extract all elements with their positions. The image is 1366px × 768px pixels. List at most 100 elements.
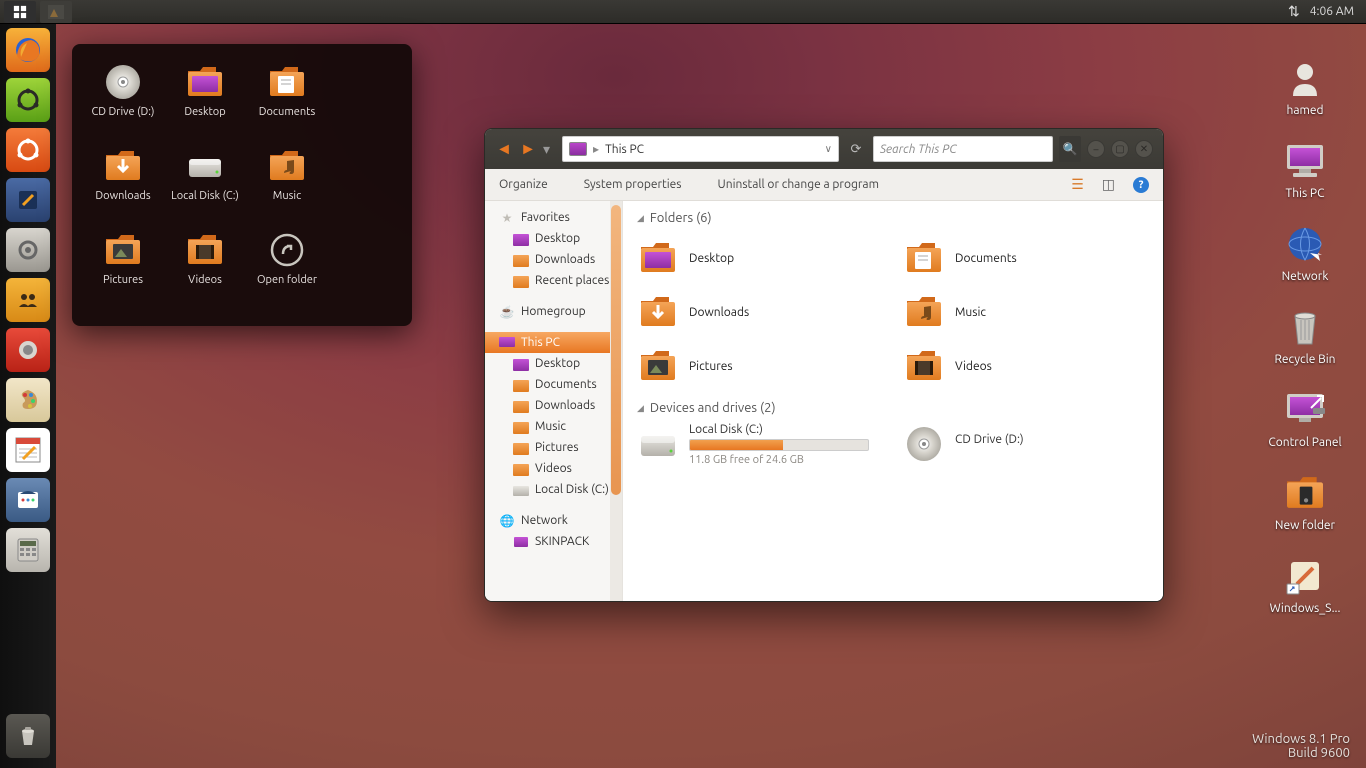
- folder-icon: [513, 253, 529, 267]
- popup-item-videos[interactable]: Videos: [164, 226, 246, 306]
- popup-item-downloads[interactable]: Downloads: [82, 142, 164, 222]
- sidebar-network-item[interactable]: SKINPACK: [485, 531, 622, 552]
- desktop-label: hamed: [1286, 104, 1323, 117]
- folder-icon: [513, 232, 529, 246]
- desktop-newfolder[interactable]: New folder: [1260, 471, 1350, 532]
- sidebar-item-recent[interactable]: Recent places: [485, 270, 622, 291]
- organize-menu[interactable]: Organize: [499, 178, 548, 191]
- launcher-users[interactable]: [6, 278, 50, 322]
- sidebar-sub-downloads[interactable]: Downloads: [485, 395, 622, 416]
- launcher-editor[interactable]: [6, 178, 50, 222]
- sidebar-sub-music[interactable]: Music: [485, 416, 622, 437]
- item-label: Pictures: [689, 360, 733, 373]
- shortcut-icon: [1283, 554, 1327, 598]
- launcher-office[interactable]: [6, 478, 50, 522]
- launcher-ubuntu-dash[interactable]: [6, 128, 50, 172]
- close-button[interactable]: ✕: [1135, 140, 1153, 158]
- sidebar-homegroup[interactable]: ☕Homegroup: [485, 301, 622, 322]
- launcher-settings[interactable]: [6, 228, 50, 272]
- sidebar-sub-localdisk[interactable]: Local Disk (C:): [485, 479, 622, 500]
- folder-desktop[interactable]: Desktop: [637, 233, 887, 283]
- drive-cd[interactable]: CD Drive (D:): [903, 423, 1153, 466]
- uninstall-button[interactable]: Uninstall or change a program: [718, 178, 879, 191]
- taskbar-app[interactable]: [40, 1, 72, 23]
- search-button[interactable]: 🔍: [1059, 136, 1081, 162]
- window-titlebar[interactable]: ◄ ► ▾ ▸ This PC ∨ ⟳ Search This PC 🔍 – ▢…: [485, 129, 1163, 169]
- system-properties-button[interactable]: System properties: [584, 178, 682, 191]
- view-preview-icon[interactable]: ◫: [1102, 176, 1115, 193]
- sidebar-sub-desktop[interactable]: Desktop: [485, 353, 622, 374]
- desktop-shortcut[interactable]: Windows_S...: [1260, 554, 1350, 615]
- sidebar-sub-pictures[interactable]: Pictures: [485, 437, 622, 458]
- clock[interactable]: 4:06 AM: [1310, 5, 1354, 18]
- folders-header[interactable]: ◢Folders (6): [637, 211, 1163, 225]
- popup-item-cddrive[interactable]: CD Drive (D:): [82, 58, 164, 138]
- desktop-recyclebin[interactable]: Recycle Bin: [1260, 305, 1350, 366]
- scrollbar-track[interactable]: [610, 201, 622, 601]
- scrollbar-thumb[interactable]: [611, 205, 621, 495]
- view-details-icon[interactable]: ☰: [1071, 176, 1084, 193]
- folder-icon: [267, 146, 307, 186]
- cd-icon: [903, 423, 945, 465]
- desktop-network[interactable]: Network: [1260, 222, 1350, 283]
- popup-item-openfolder[interactable]: Open folder: [246, 226, 328, 306]
- sidebar-network[interactable]: 🌐Network: [485, 510, 622, 531]
- desktop-label: Recycle Bin: [1274, 353, 1335, 366]
- desktop-thispc[interactable]: This PC: [1260, 139, 1350, 200]
- launcher-notes[interactable]: [6, 428, 50, 472]
- refresh-icon[interactable]: ⟳: [845, 142, 867, 157]
- drives-header[interactable]: ◢Devices and drives (2): [637, 401, 1163, 415]
- folder-music[interactable]: Music: [903, 287, 1153, 337]
- launcher-ubuntu-software[interactable]: [6, 78, 50, 122]
- sidebar-label: Videos: [535, 462, 572, 475]
- launcher-firefox[interactable]: [6, 28, 50, 72]
- folder-pictures[interactable]: Pictures: [637, 341, 887, 391]
- help-icon[interactable]: ?: [1133, 177, 1149, 193]
- item-label: Documents: [955, 252, 1017, 265]
- nav-back-icon[interactable]: ◄: [495, 140, 513, 159]
- sidebar-item-desktop[interactable]: Desktop: [485, 228, 622, 249]
- star-icon: ★: [499, 211, 515, 225]
- launcher-appearance[interactable]: [6, 378, 50, 422]
- launcher-apps[interactable]: [6, 328, 50, 372]
- section-title: Folders (6): [650, 211, 712, 225]
- popup-item-pictures[interactable]: Pictures: [82, 226, 164, 306]
- search-input[interactable]: Search This PC: [873, 136, 1053, 162]
- popup-label: Documents: [259, 106, 316, 118]
- address-bar[interactable]: ▸ This PC ∨: [562, 136, 839, 162]
- folder-videos[interactable]: Videos: [903, 341, 1153, 391]
- sidebar-favorites[interactable]: ★ Favorites: [485, 207, 622, 228]
- item-label: Desktop: [689, 252, 734, 265]
- top-panel: ⇅ 4:06 AM: [0, 0, 1366, 24]
- section-title: Devices and drives (2): [650, 401, 776, 415]
- minimize-button[interactable]: –: [1087, 140, 1105, 158]
- sidebar-label: Favorites: [521, 211, 570, 224]
- sidebar-item-downloads[interactable]: Downloads: [485, 249, 622, 270]
- folder-documents[interactable]: Documents: [903, 233, 1153, 283]
- sidebar-label: Recent places: [535, 274, 609, 287]
- sidebar-sub-documents[interactable]: Documents: [485, 374, 622, 395]
- folder-icon: [185, 62, 225, 102]
- item-label: Music: [955, 306, 986, 319]
- trash-icon: [1283, 305, 1327, 349]
- start-button[interactable]: [4, 1, 36, 23]
- popup-item-documents[interactable]: Documents: [246, 58, 328, 138]
- nav-forward-icon[interactable]: ►: [519, 140, 537, 159]
- sidebar-sub-videos[interactable]: Videos: [485, 458, 622, 479]
- launcher-calculator[interactable]: [6, 528, 50, 572]
- launcher-trash[interactable]: [6, 714, 50, 758]
- drive-localdisk[interactable]: Local Disk (C:) 11.8 GB free of 24.6 GB: [637, 423, 887, 466]
- network-indicator-icon[interactable]: ⇅: [1288, 3, 1300, 20]
- popup-item-music[interactable]: Music: [246, 142, 328, 222]
- maximize-button[interactable]: ▢: [1111, 140, 1129, 158]
- popup-item-desktop[interactable]: Desktop: [164, 58, 246, 138]
- desktop-user[interactable]: hamed: [1260, 56, 1350, 117]
- folder-downloads[interactable]: Downloads: [637, 287, 887, 337]
- popup-item-localdisk[interactable]: Local Disk (C:): [164, 142, 246, 222]
- sidebar-label: Desktop: [535, 232, 580, 245]
- chevron-down-icon[interactable]: ∨: [825, 143, 832, 155]
- sidebar-thispc[interactable]: This PC: [485, 332, 622, 353]
- nav-up-icon[interactable]: ▾: [543, 141, 550, 158]
- popup-label: Open folder: [257, 274, 317, 286]
- desktop-controlpanel[interactable]: Control Panel: [1260, 388, 1350, 449]
